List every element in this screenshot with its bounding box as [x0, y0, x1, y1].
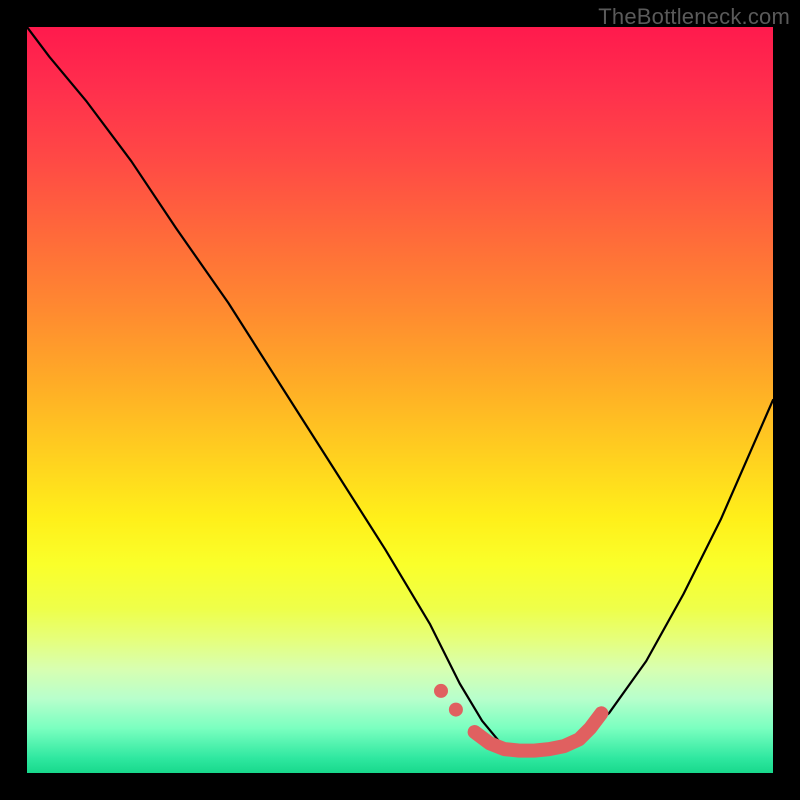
bottleneck-curve — [27, 27, 773, 751]
chart-frame: TheBottleneck.com — [0, 0, 800, 800]
plot-area — [27, 27, 773, 773]
watermark-text: TheBottleneck.com — [598, 4, 790, 30]
chart-overlay — [27, 27, 773, 773]
highlight-band — [434, 684, 601, 751]
